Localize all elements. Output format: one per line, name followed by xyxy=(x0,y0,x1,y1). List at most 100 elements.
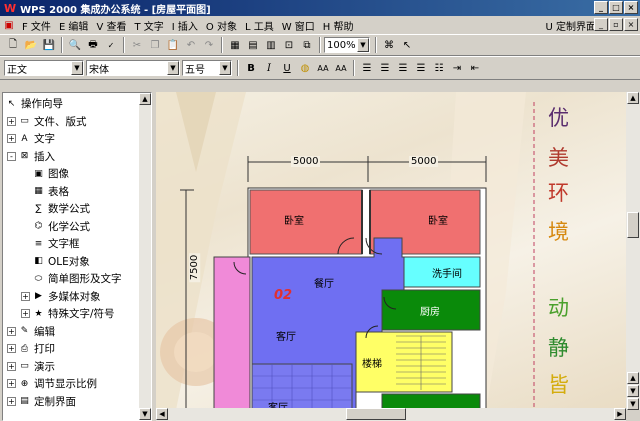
insert-image-icon[interactable]: ▦ xyxy=(227,37,243,53)
tree-item[interactable]: ▣ 图像 xyxy=(3,165,151,183)
close-button[interactable]: × xyxy=(624,1,638,14)
tree-item[interactable]: + ✎ 编辑 xyxy=(3,323,151,341)
page-up-icon[interactable]: ▲ xyxy=(627,372,639,384)
align-justify-icon[interactable]: ☰ xyxy=(413,60,429,76)
expand-icon[interactable]: + xyxy=(7,344,16,354)
print-icon[interactable]: 🖶 xyxy=(85,37,101,53)
font-select[interactable]: 宋体 ▼ xyxy=(86,60,180,76)
chevron-down-icon[interactable]: ▼ xyxy=(357,38,369,52)
menu-object[interactable]: O 对象 xyxy=(202,18,241,33)
align-center-icon[interactable]: ☰ xyxy=(377,60,393,76)
redo-icon[interactable]: ↷ xyxy=(201,37,217,53)
expand-icon[interactable]: + xyxy=(7,361,16,371)
standard-toolbar: 🗋 📂 💾 🔍 🖶 ✓ ✂ ❐ 📋 ↶ ↷ ▦ ▤ ▥ ⊡ ⧉ 100% ▼ ⌘… xyxy=(0,34,640,56)
scroll-up-icon[interactable]: ▲ xyxy=(627,92,639,104)
tree-item[interactable]: + A 文字 xyxy=(3,130,151,148)
char-style-icon[interactable]: ◍ xyxy=(297,60,313,76)
tree-item[interactable]: ↖ 操作向导 xyxy=(3,95,151,113)
tree-item[interactable]: + ▤ 定制界面 xyxy=(3,393,151,411)
textbox-icon[interactable]: ⧉ xyxy=(299,37,315,53)
columns-icon[interactable]: ▥ xyxy=(263,37,279,53)
font-shrink-icon[interactable]: AA xyxy=(333,60,349,76)
spellcheck-icon[interactable]: ✓ xyxy=(103,37,119,53)
doc-minimize-button[interactable]: _ xyxy=(594,18,608,31)
tree-item[interactable]: + ★ 特殊文字/符号 xyxy=(3,305,151,323)
tree-item[interactable]: ≡ 文字框 xyxy=(3,235,151,253)
menu-window[interactable]: W 窗口 xyxy=(278,18,319,33)
tree-scrollbar[interactable]: ▲ ▼ xyxy=(139,93,151,420)
expand-icon[interactable]: + xyxy=(7,379,16,389)
tree-item[interactable]: + ⊕ 调节显示比例 xyxy=(3,375,151,393)
expand-icon[interactable]: + xyxy=(7,116,16,126)
scroll-down-icon[interactable]: ▼ xyxy=(627,398,639,410)
italic-icon[interactable]: I xyxy=(261,60,277,76)
room-number: 02 xyxy=(274,288,293,303)
menu-help[interactable]: H 帮助 xyxy=(319,18,358,33)
tree-item[interactable]: + ▭ 演示 xyxy=(3,358,151,376)
page-down-icon[interactable]: ▼ xyxy=(627,385,639,397)
chevron-down-icon[interactable]: ▼ xyxy=(71,61,83,75)
zoom-select[interactable]: 100% ▼ xyxy=(324,37,370,53)
paste-icon[interactable]: 📋 xyxy=(165,37,181,53)
size-select[interactable]: 五号 ▼ xyxy=(182,60,232,76)
bold-icon[interactable]: B xyxy=(243,60,259,76)
indent-icon[interactable]: ⇥ xyxy=(449,60,465,76)
minimize-button[interactable]: _ xyxy=(594,1,608,14)
menu-edit[interactable]: E 编辑 xyxy=(55,18,93,33)
align-right-icon[interactable]: ☰ xyxy=(395,60,411,76)
scroll-up-icon[interactable]: ▲ xyxy=(139,93,151,105)
scroll-left-icon[interactable]: ◀ xyxy=(156,408,168,420)
open-icon[interactable]: 📂 xyxy=(23,37,39,53)
menu-view[interactable]: V 查看 xyxy=(92,18,130,33)
outdent-icon[interactable]: ⇤ xyxy=(467,60,483,76)
expand-icon[interactable]: + xyxy=(21,291,30,301)
underline-icon[interactable]: U xyxy=(279,60,295,76)
save-icon[interactable]: 💾 xyxy=(41,37,57,53)
menu-insert[interactable]: I 插入 xyxy=(168,18,202,33)
hscroll-thumb[interactable] xyxy=(346,408,406,420)
scroll-thumb[interactable] xyxy=(627,212,639,238)
collapse-icon[interactable]: - xyxy=(7,151,16,161)
doc-icon[interactable]: ▣ xyxy=(1,17,17,33)
align-left-icon[interactable]: ☰ xyxy=(359,60,375,76)
scroll-down-icon[interactable]: ▼ xyxy=(139,408,151,420)
expand-icon[interactable]: + xyxy=(7,326,16,336)
doc-close-button[interactable]: × xyxy=(624,18,638,31)
tree-item[interactable]: + ⎙ 打印 xyxy=(3,340,151,358)
chevron-down-icon[interactable]: ▼ xyxy=(167,61,179,75)
menu-file[interactable]: F 文件 xyxy=(18,18,55,33)
tree-item[interactable]: ⌬ 化学公式 xyxy=(3,218,151,236)
menu-customize[interactable]: U 定制界面 xyxy=(542,18,601,33)
copy-icon[interactable]: ❐ xyxy=(147,37,163,53)
frame-icon[interactable]: ⊡ xyxy=(281,37,297,53)
doc-vscrollbar[interactable]: ▲ ▲ ▼ ▼ xyxy=(626,92,640,410)
camera-icon[interactable]: ⌘ xyxy=(381,37,397,53)
menu-text[interactable]: T 文字 xyxy=(130,18,167,33)
select-pointer-icon[interactable]: ↖ xyxy=(399,37,415,53)
tree-item[interactable]: - ⊠ 插入 xyxy=(3,148,151,166)
expand-icon[interactable]: + xyxy=(7,396,16,406)
new-icon[interactable]: 🗋 xyxy=(5,37,21,53)
doc-hscrollbar[interactable]: ◀ ▶ xyxy=(156,408,626,421)
print-preview-icon[interactable]: 🔍 xyxy=(67,37,83,53)
maximize-button[interactable]: □ xyxy=(609,1,623,14)
tree-item[interactable]: + ▭ 文件、版式 xyxy=(3,113,151,131)
doc-restore-button[interactable]: ▫ xyxy=(609,18,623,31)
tree-item[interactable]: ∑ 数学公式 xyxy=(3,200,151,218)
tree-item[interactable]: + ▶ 多媒体对象 xyxy=(3,288,151,306)
chevron-down-icon[interactable]: ▼ xyxy=(219,61,231,75)
font-grow-icon[interactable]: AA xyxy=(315,60,331,76)
insert-table-icon[interactable]: ▤ xyxy=(245,37,261,53)
tree-item[interactable]: ⬭ 简单图形及文字 xyxy=(3,270,151,288)
expand-icon[interactable]: + xyxy=(7,134,16,144)
scroll-right-icon[interactable]: ▶ xyxy=(614,408,626,420)
style-select[interactable]: 正文 ▼ xyxy=(4,60,84,76)
document-canvas[interactable]: 5000 5000 7500 卧室 卧室 餐厅 洗手间 厨房 客厅 楼梯 客厅 … xyxy=(156,92,626,410)
menu-tools[interactable]: L 工具 xyxy=(241,18,278,33)
expand-icon[interactable]: + xyxy=(21,309,30,319)
cut-icon[interactable]: ✂ xyxy=(129,37,145,53)
align-distribute-icon[interactable]: ☷ xyxy=(431,60,447,76)
tree-item[interactable]: ◧ OLE对象 xyxy=(3,253,151,271)
undo-icon[interactable]: ↶ xyxy=(183,37,199,53)
tree-item[interactable]: ▦ 表格 xyxy=(3,183,151,201)
